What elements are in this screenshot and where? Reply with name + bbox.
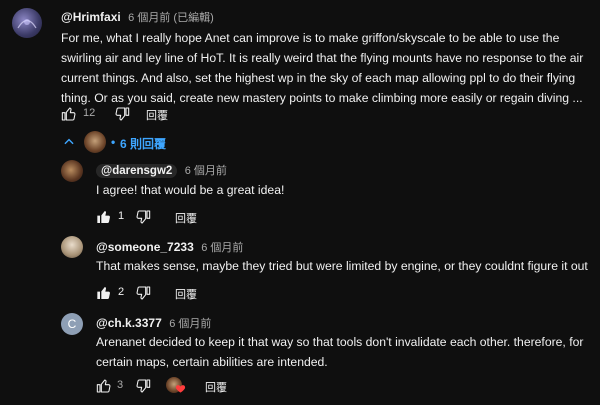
like-count: 3 <box>117 379 124 391</box>
chevron-up-icon <box>64 138 74 145</box>
replies-count-label: 6 則回覆 <box>120 137 167 151</box>
thumbs-up-outline-icon <box>96 379 111 393</box>
reply-button[interactable]: 回覆 <box>175 286 197 302</box>
comment-line: current things. And also, set the highes… <box>61 71 576 85</box>
reply-text: I agree! that would be a great idea! <box>96 183 285 197</box>
dislike-button[interactable] <box>133 376 153 396</box>
reply-line: Arenanet decided to keep it that way so … <box>96 335 584 349</box>
heart-icon <box>175 385 186 393</box>
avatar-someone-7233[interactable] <box>61 236 83 258</box>
reply-timestamp[interactable]: 6 個月前 <box>169 318 211 330</box>
reply-timestamp[interactable]: 6 個月前 <box>201 242 243 254</box>
comment-line: For me, what I really hope Anet can impr… <box>61 31 560 45</box>
replies-toggle[interactable]: • 6 則回覆 <box>62 131 182 153</box>
thumbs-down-outline-icon <box>136 286 151 300</box>
avatar-darensgw2[interactable] <box>61 160 83 182</box>
avatar-image-icon <box>17 19 37 29</box>
thumbs-up-filled-icon <box>97 211 110 223</box>
reply-button[interactable]: 回覆 <box>146 107 168 123</box>
like-count: 2 <box>118 286 125 298</box>
reply-text: That makes sense, maybe they tried but w… <box>96 259 588 273</box>
reply-button[interactable]: 回覆 <box>175 210 197 226</box>
dislike-button[interactable] <box>133 207 153 227</box>
avatar-ch-k-3377[interactable]: C <box>61 313 83 335</box>
like-button[interactable] <box>94 207 114 227</box>
like-button[interactable] <box>94 376 114 396</box>
reply-author[interactable]: @darensgw2 <box>96 164 178 178</box>
comment-text: For me, what I really hope Anet can impr… <box>61 28 591 108</box>
comment-author[interactable]: @Hrimfaxi <box>61 10 121 24</box>
reply-author[interactable]: @ch.k.3377 <box>96 316 162 330</box>
like-button[interactable] <box>59 104 79 124</box>
creator-heart-badge <box>166 377 188 395</box>
reply-author[interactable]: @someone_7233 <box>96 240 194 254</box>
thumbs-down-outline-icon <box>136 379 151 393</box>
like-count: 1 <box>118 210 125 222</box>
reply-text: Arenanet decided to keep it that way so … <box>96 332 583 372</box>
reply-timestamp[interactable]: 6 個月前 <box>185 165 227 177</box>
avatar-letter: C <box>67 317 77 331</box>
avatar-hrimfaxi[interactable] <box>12 8 42 38</box>
thumbs-down-outline-icon <box>136 210 151 224</box>
thumbs-up-filled-icon <box>97 287 110 299</box>
thumbs-up-outline-icon <box>61 107 76 121</box>
like-count: 12 <box>83 107 96 119</box>
thumbs-down-outline-icon <box>115 107 130 121</box>
creator-avatar <box>84 131 106 153</box>
comment-line: thing. Or as you said, create new master… <box>61 91 583 105</box>
like-button[interactable] <box>94 283 114 303</box>
comment-timestamp[interactable]: 6 個月前 (已編輯) <box>128 12 214 24</box>
heart-dot-icon: • <box>111 135 116 149</box>
dislike-button[interactable] <box>133 283 153 303</box>
dislike-button[interactable] <box>112 104 132 124</box>
comment-line: swirling air and ley line of HoT. It is … <box>61 51 584 65</box>
reply-line: certain maps, certain abilities are inte… <box>96 355 328 369</box>
reply-button[interactable]: 回覆 <box>205 379 227 395</box>
